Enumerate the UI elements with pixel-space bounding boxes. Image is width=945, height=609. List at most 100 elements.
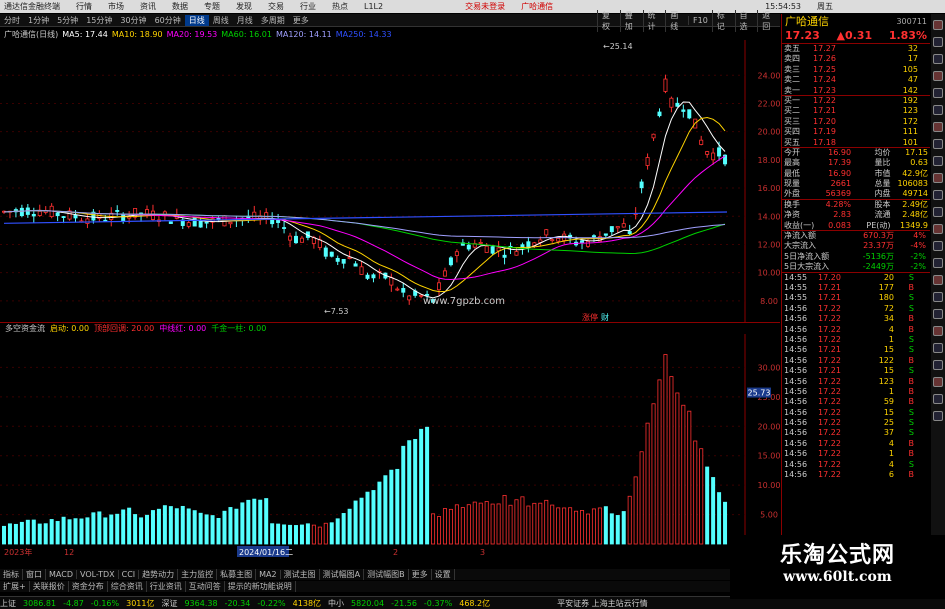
timeframe-tab[interactable]: 30分钟 xyxy=(116,15,150,26)
stat-row: 最高 17.39 量比 0.63 xyxy=(782,158,930,168)
candle-body xyxy=(282,227,287,229)
menu-item[interactable]: L1L2 xyxy=(364,2,383,11)
side-tool-icon[interactable] xyxy=(933,139,943,149)
side-icon-strip[interactable] xyxy=(931,14,945,596)
menu-item[interactable]: 行业 xyxy=(300,1,316,12)
indicator-tab[interactable]: 指标 xyxy=(0,569,23,580)
side-tool-icon[interactable] xyxy=(933,377,943,387)
timeframe-tab[interactable]: 1分钟 xyxy=(24,15,53,26)
timeframe-tab[interactable]: 60分钟 xyxy=(151,15,185,26)
title-stock: 广哈通信 xyxy=(521,2,554,11)
tick-list[interactable]: 14:55 17.20 20 S 14:55 17.21 177 B 14:55 17.21 180… xyxy=(782,273,930,481)
side-tool-icon[interactable] xyxy=(933,54,943,64)
side-tool-icon[interactable] xyxy=(933,71,943,81)
extension-tab[interactable]: 关联报价 xyxy=(30,581,69,592)
side-tool-icon[interactable] xyxy=(933,105,943,115)
indicator-tab[interactable]: MA2 xyxy=(256,570,281,579)
side-tool-icon[interactable] xyxy=(933,173,943,183)
trade-login-link[interactable]: 交易未登录 xyxy=(465,1,505,12)
high-annotation: ←25.14 xyxy=(603,42,633,51)
side-tool-icon[interactable] xyxy=(933,326,943,336)
menu-item[interactable]: 行情 xyxy=(76,1,92,12)
side-tool-icon[interactable] xyxy=(933,360,943,370)
toolbar-button[interactable]: 返回 xyxy=(757,9,780,32)
indicator-tab[interactable]: 更多 xyxy=(409,569,432,580)
indicator-tab[interactable]: 测试幅图B xyxy=(364,569,409,580)
indicator-tab[interactable]: MACD xyxy=(46,570,77,579)
timeframe-tab[interactable]: 更多 xyxy=(289,15,313,26)
extension-tab[interactable]: 行业资讯 xyxy=(147,581,186,592)
side-tool-icon[interactable] xyxy=(933,258,943,268)
extension-tab[interactable]: 扩展+ xyxy=(0,581,30,592)
side-tool-icon[interactable] xyxy=(933,207,943,217)
fund-flow-bar xyxy=(633,476,638,545)
menu-item[interactable]: 热点 xyxy=(332,1,348,12)
candle-body xyxy=(192,217,197,227)
kline-chart[interactable]: 24.00 22.00 20.00 18.00 16.00 14.00 12.00 10.00… xyxy=(0,40,780,322)
low-annotation: ←7.53 xyxy=(324,307,349,316)
indicator-tab[interactable]: 趋势动力 xyxy=(139,569,179,580)
menu-item[interactable]: 数据 xyxy=(172,1,188,12)
timeframe-tab[interactable]: 5分钟 xyxy=(53,15,82,26)
fund-flow-chart[interactable]: 30.0025.0020.0015.0010.005.0025.732023年1… xyxy=(0,334,780,558)
timeframe-tab[interactable]: 15分钟 xyxy=(82,15,116,26)
indicator-tab[interactable]: 测试主图 xyxy=(281,569,320,580)
side-tool-icon[interactable] xyxy=(933,37,943,47)
side-tool-icon[interactable] xyxy=(933,224,943,234)
side-tool-icon[interactable] xyxy=(933,292,943,302)
order-label: 买四 xyxy=(784,127,800,137)
menu-item[interactable]: 发现 xyxy=(236,1,252,12)
side-tool-icon[interactable] xyxy=(933,309,943,319)
tick-row: 14:56 17.22 37 S xyxy=(782,428,930,438)
indicator-tab[interactable]: VOL-TDX xyxy=(77,570,119,579)
menu-item[interactable]: 专题 xyxy=(204,1,220,12)
fund-flow-bar xyxy=(55,521,60,545)
price-tick-label: 22.00 xyxy=(758,99,780,108)
title-bar: 通达信金融终端 行情 市场 资讯 数据 专题 发现 交易 行业 热点 L1L2 交易未登录 广哈通信 15… xyxy=(0,0,945,13)
extension-tab[interactable]: 提示的新功能说明 xyxy=(225,581,296,592)
indicator-tab[interactable]: CCI xyxy=(119,570,140,579)
candle-body xyxy=(186,222,191,227)
side-tool-icon[interactable] xyxy=(933,122,943,132)
side-tool-icon[interactable] xyxy=(933,190,943,200)
sub-legend-item: 中线红: 0.00 xyxy=(159,324,207,333)
side-tool-icon[interactable] xyxy=(933,394,943,404)
timeframe-tab[interactable]: 日线 xyxy=(184,14,209,26)
extension-tab[interactable]: 资金分布 xyxy=(69,581,108,592)
timeframe-tab[interactable]: 月线 xyxy=(233,15,257,26)
toolbar-button[interactable]: F10 xyxy=(688,16,712,25)
side-tool-icon[interactable] xyxy=(933,343,943,353)
side-tool-icon[interactable] xyxy=(933,88,943,98)
indicator-tab[interactable]: 私募主图 xyxy=(217,569,257,580)
extension-tab[interactable]: 综合资讯 xyxy=(108,581,147,592)
side-tool-icon[interactable] xyxy=(933,20,943,30)
fund-flows: 净流入额 670.3万 4% 大宗流入 23.37万 -4% 5日净流入额 -5136万 -2%… xyxy=(782,231,930,273)
price-tick-label: 14.00 xyxy=(758,212,780,221)
indicator-tab[interactable]: 测试幅图A xyxy=(320,569,365,580)
candle-body xyxy=(484,245,489,253)
side-tool-icon[interactable] xyxy=(933,275,943,285)
menu-item[interactable]: 市场 xyxy=(108,1,124,12)
fund-flow-bar xyxy=(103,517,108,545)
timeframe-tab[interactable]: 多周期 xyxy=(257,15,289,26)
side-tool-icon[interactable] xyxy=(933,241,943,251)
stat-value: 2.83 xyxy=(833,210,852,220)
index-name[interactable]: 中小 xyxy=(328,598,344,609)
timeframe-tab[interactable]: 周线 xyxy=(209,15,233,26)
timeframe-tab[interactable]: 分时 xyxy=(0,15,24,26)
indicator-tab[interactable]: 窗口 xyxy=(23,569,46,580)
extension-tab[interactable]: 互动问答 xyxy=(186,581,225,592)
menu-item[interactable]: 交易 xyxy=(268,1,284,12)
side-tool-icon[interactable] xyxy=(933,156,943,166)
indicator-tab[interactable]: 主力监控 xyxy=(178,569,218,580)
side-tool-icon[interactable] xyxy=(933,411,943,421)
stat-row: 最低 16.90 市值 42.9亿 xyxy=(782,169,930,179)
index-name[interactable]: 上证 xyxy=(0,598,16,609)
menu-item[interactable]: 资讯 xyxy=(140,1,156,12)
tick-row: 14:56 17.22 6 B xyxy=(782,470,930,480)
index-name[interactable]: 深证 xyxy=(161,598,177,609)
indicator-tab[interactable]: 设置 xyxy=(432,569,455,580)
order-price: 17.26 xyxy=(813,54,836,64)
fund-flow-bar xyxy=(85,517,90,545)
order-volume: 123 xyxy=(902,106,918,116)
